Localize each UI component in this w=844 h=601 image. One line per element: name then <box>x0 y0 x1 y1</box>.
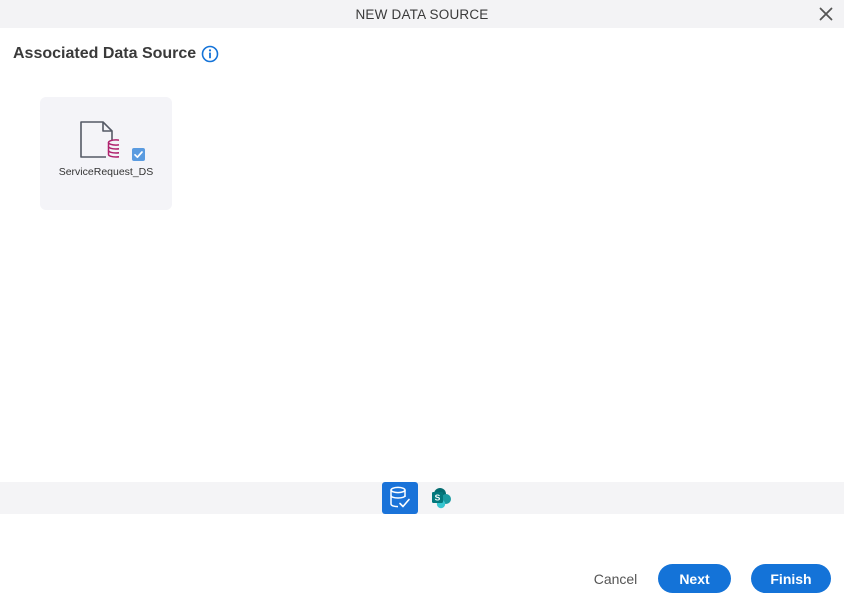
close-icon[interactable] <box>818 6 834 22</box>
next-button[interactable]: Next <box>658 564 731 593</box>
info-icon[interactable] <box>201 45 219 63</box>
dialog-titlebar: NEW DATA SOURCE <box>0 0 844 28</box>
dialog-title: NEW DATA SOURCE <box>355 6 489 22</box>
database-check-icon[interactable] <box>382 482 418 514</box>
database-document-icon <box>79 120 128 160</box>
source-type-bar: S <box>0 482 844 514</box>
cancel-button[interactable]: Cancel <box>588 564 643 593</box>
data-source-label: ServiceRequest_DS <box>58 166 154 178</box>
data-source-checkbox[interactable] <box>132 148 145 161</box>
svg-text:S: S <box>435 493 441 503</box>
sharepoint-icon[interactable]: S <box>424 482 460 514</box>
section-heading: Associated Data Source <box>13 45 219 63</box>
section-heading-text: Associated Data Source <box>13 45 197 62</box>
data-source-card[interactable]: ServiceRequest_DS <box>40 97 172 210</box>
finish-button[interactable]: Finish <box>751 564 831 593</box>
